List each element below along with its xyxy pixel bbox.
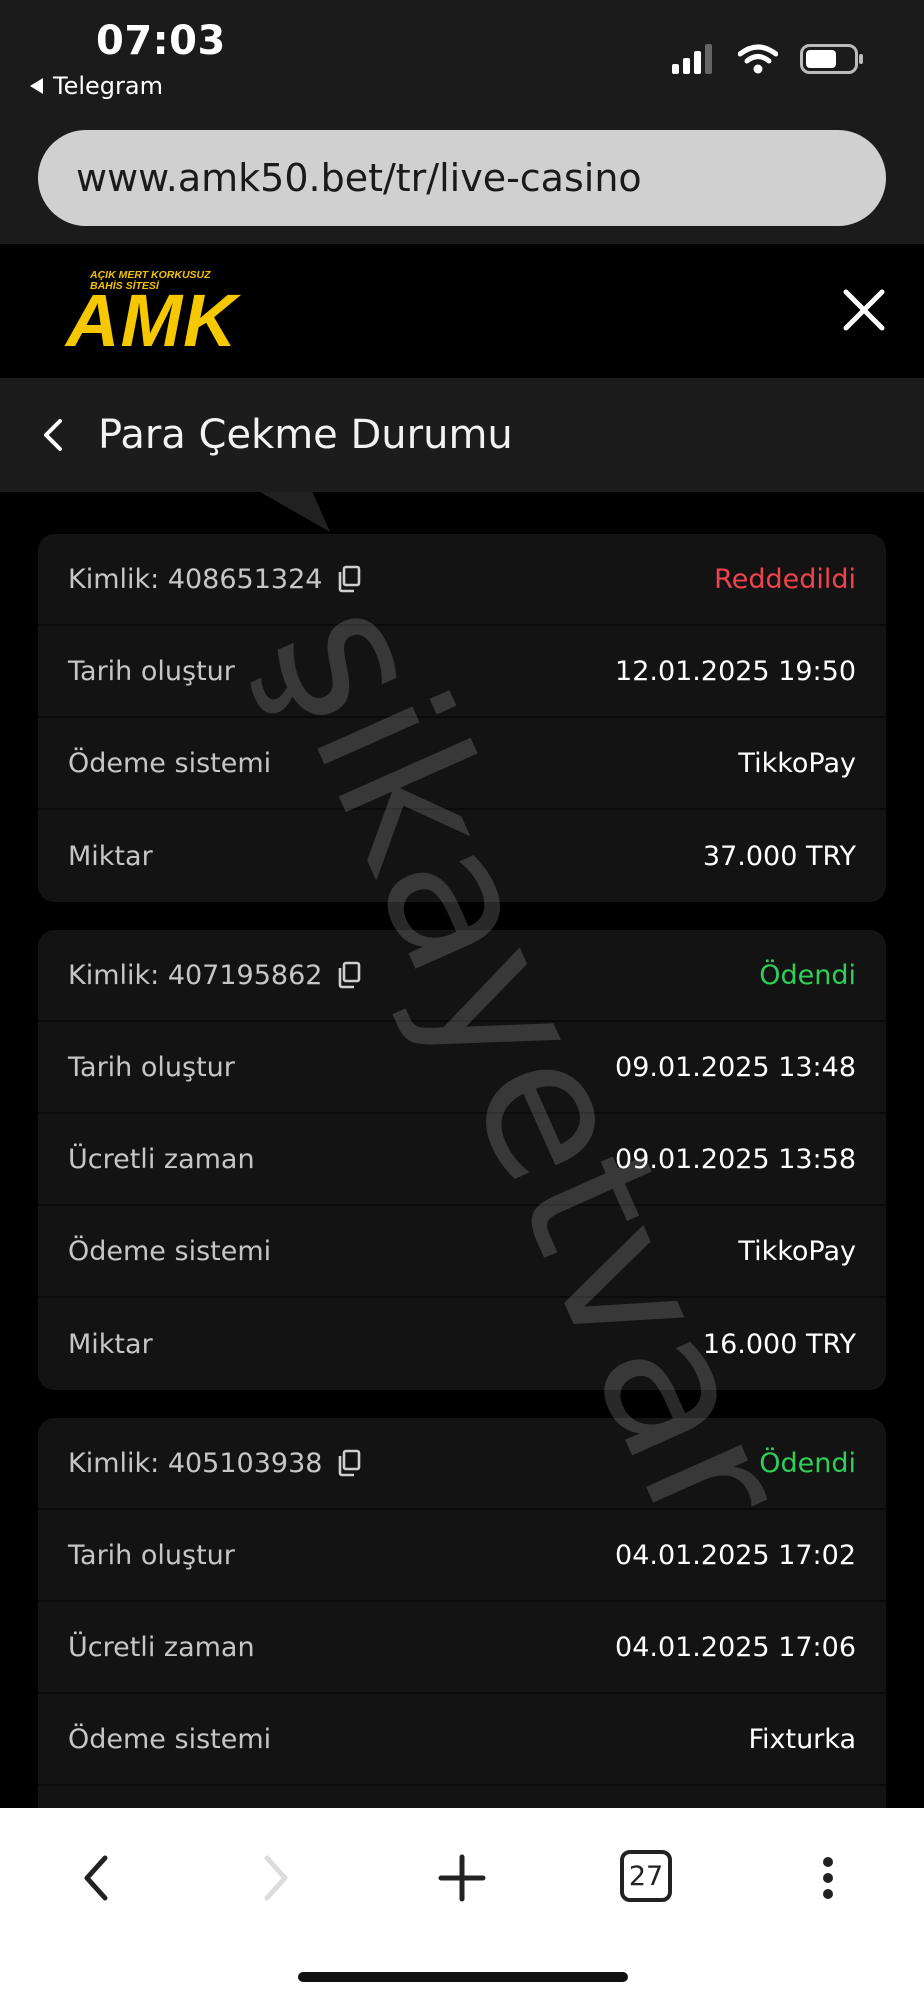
withdrawal-id: Kimlik: 407195862: [68, 959, 323, 991]
detail-value: TikkoPay: [738, 1235, 856, 1267]
detail-value: 04.01.2025 17:06: [615, 1631, 856, 1663]
browser-address-area: www.amk50.bet/tr/live-casino: [0, 122, 924, 244]
detail-value: 04.01.2025 17:02: [615, 1539, 856, 1571]
more-vertical-icon: [823, 1857, 833, 1899]
copy-icon[interactable]: [336, 1449, 362, 1477]
detail-label: Miktar: [68, 1328, 153, 1360]
detail-label: Tarih oluştur: [68, 1051, 235, 1083]
forward-button[interactable]: [236, 1838, 316, 1918]
site-header: AÇIK MERT KORKUSUZ BAHİS SİTESİ AMK: [0, 244, 924, 378]
detail-value: 09.01.2025 13:58: [615, 1143, 856, 1175]
forward-arrow-icon: [264, 1855, 288, 1901]
browser-toolbar: 27: [0, 1808, 924, 2000]
detail-value: TikkoPay: [738, 747, 856, 779]
detail-row: Ücretli zaman 09.01.2025 13:58: [38, 1114, 886, 1206]
address-bar[interactable]: www.amk50.bet/tr/live-casino: [38, 130, 886, 226]
detail-row: Miktar 16.000 TRY: [38, 1298, 886, 1390]
withdrawal-id: Kimlik: 405103938: [68, 1447, 323, 1479]
back-triangle-icon: [30, 78, 43, 94]
detail-value: 09.01.2025 13:48: [615, 1051, 856, 1083]
close-icon[interactable]: [840, 286, 888, 334]
detail-label: Miktar: [68, 840, 153, 872]
amk-logo[interactable]: AÇIK MERT KORKUSUZ BAHİS SİTESİ AMK: [66, 270, 238, 362]
detail-value: 37.000 TRY: [702, 840, 856, 872]
detail-row: Tarih oluştur 04.01.2025 17:02: [38, 1510, 886, 1602]
detail-row: Ücretli zaman 04.01.2025 17:06: [38, 1602, 886, 1694]
detail-value: 16.000 TRY: [702, 1328, 856, 1360]
detail-label: Tarih oluştur: [68, 655, 235, 687]
withdrawal-card: Kimlik: 405103938 Ödendi Tarih oluştur 0…: [38, 1418, 886, 1808]
url-text: www.amk50.bet/tr/live-casino: [76, 156, 642, 200]
page-title-bar: Para Çekme Durumu: [0, 378, 924, 492]
detail-row: Ödeme sistemi TikkoPay: [38, 1206, 886, 1298]
copy-icon[interactable]: [336, 961, 362, 989]
withdrawal-card: Kimlik: 408651324 Reddedildi Tarih oluşt…: [38, 534, 886, 902]
cellular-signal-icon: [672, 44, 712, 74]
home-indicator: [298, 1972, 628, 1982]
detail-label: Ödeme sistemi: [68, 1723, 272, 1755]
detail-label: Ödeme sistemi: [68, 747, 272, 779]
withdrawal-id-row: Kimlik: 405103938 Ödendi: [38, 1418, 886, 1510]
withdrawal-id-row: Kimlik: 408651324 Reddedildi: [38, 534, 886, 626]
withdrawal-id: Kimlik: 408651324: [68, 563, 323, 595]
back-to-app-link[interactable]: Telegram: [30, 72, 163, 100]
status-bar: 07:03 Telegram: [0, 0, 924, 122]
status-icons: [672, 44, 864, 74]
battery-icon: [800, 44, 863, 74]
copy-icon[interactable]: [336, 565, 362, 593]
clock: 07:03: [96, 18, 226, 64]
back-chevron-icon[interactable]: [40, 417, 68, 453]
detail-label: Ödeme sistemi: [68, 1235, 272, 1267]
tab-count: 27: [628, 1860, 664, 1892]
status-badge: Reddedildi: [714, 563, 856, 595]
detail-row: Tarih oluştur 12.01.2025 19:50: [38, 626, 886, 718]
new-tab-button[interactable]: [422, 1838, 502, 1918]
status-badge: Ödendi: [759, 959, 856, 991]
back-button[interactable]: [56, 1838, 136, 1918]
detail-value: 12.01.2025 19:50: [615, 655, 856, 687]
detail-value: Fixturka: [748, 1723, 856, 1755]
tabs-button[interactable]: 27: [620, 1850, 672, 1902]
plus-icon: [438, 1854, 486, 1902]
back-app-label: Telegram: [53, 72, 163, 100]
detail-label: Ücretli zaman: [68, 1631, 255, 1663]
wifi-icon: [738, 44, 778, 74]
back-arrow-icon: [84, 1855, 108, 1901]
detail-row: Ödeme sistemi TikkoPay: [38, 718, 886, 810]
withdrawal-list: Kimlik: 408651324 Reddedildi Tarih oluşt…: [0, 492, 924, 1808]
status-badge: Ödendi: [759, 1447, 856, 1479]
detail-label: Ücretli zaman: [68, 1143, 255, 1175]
withdrawal-card: Kimlik: 407195862 Ödendi Tarih oluştur 0…: [38, 930, 886, 1390]
detail-row: Tarih oluştur 09.01.2025 13:48: [38, 1022, 886, 1114]
detail-row: [38, 1786, 886, 1808]
detail-row: Miktar 37.000 TRY: [38, 810, 886, 902]
page-title: Para Çekme Durumu: [98, 412, 513, 458]
logo-text: AMK: [66, 279, 238, 362]
withdrawal-id-row: Kimlik: 407195862 Ödendi: [38, 930, 886, 1022]
detail-row: Ödeme sistemi Fixturka: [38, 1694, 886, 1786]
more-menu-button[interactable]: [788, 1838, 868, 1918]
detail-label: Tarih oluştur: [68, 1539, 235, 1571]
